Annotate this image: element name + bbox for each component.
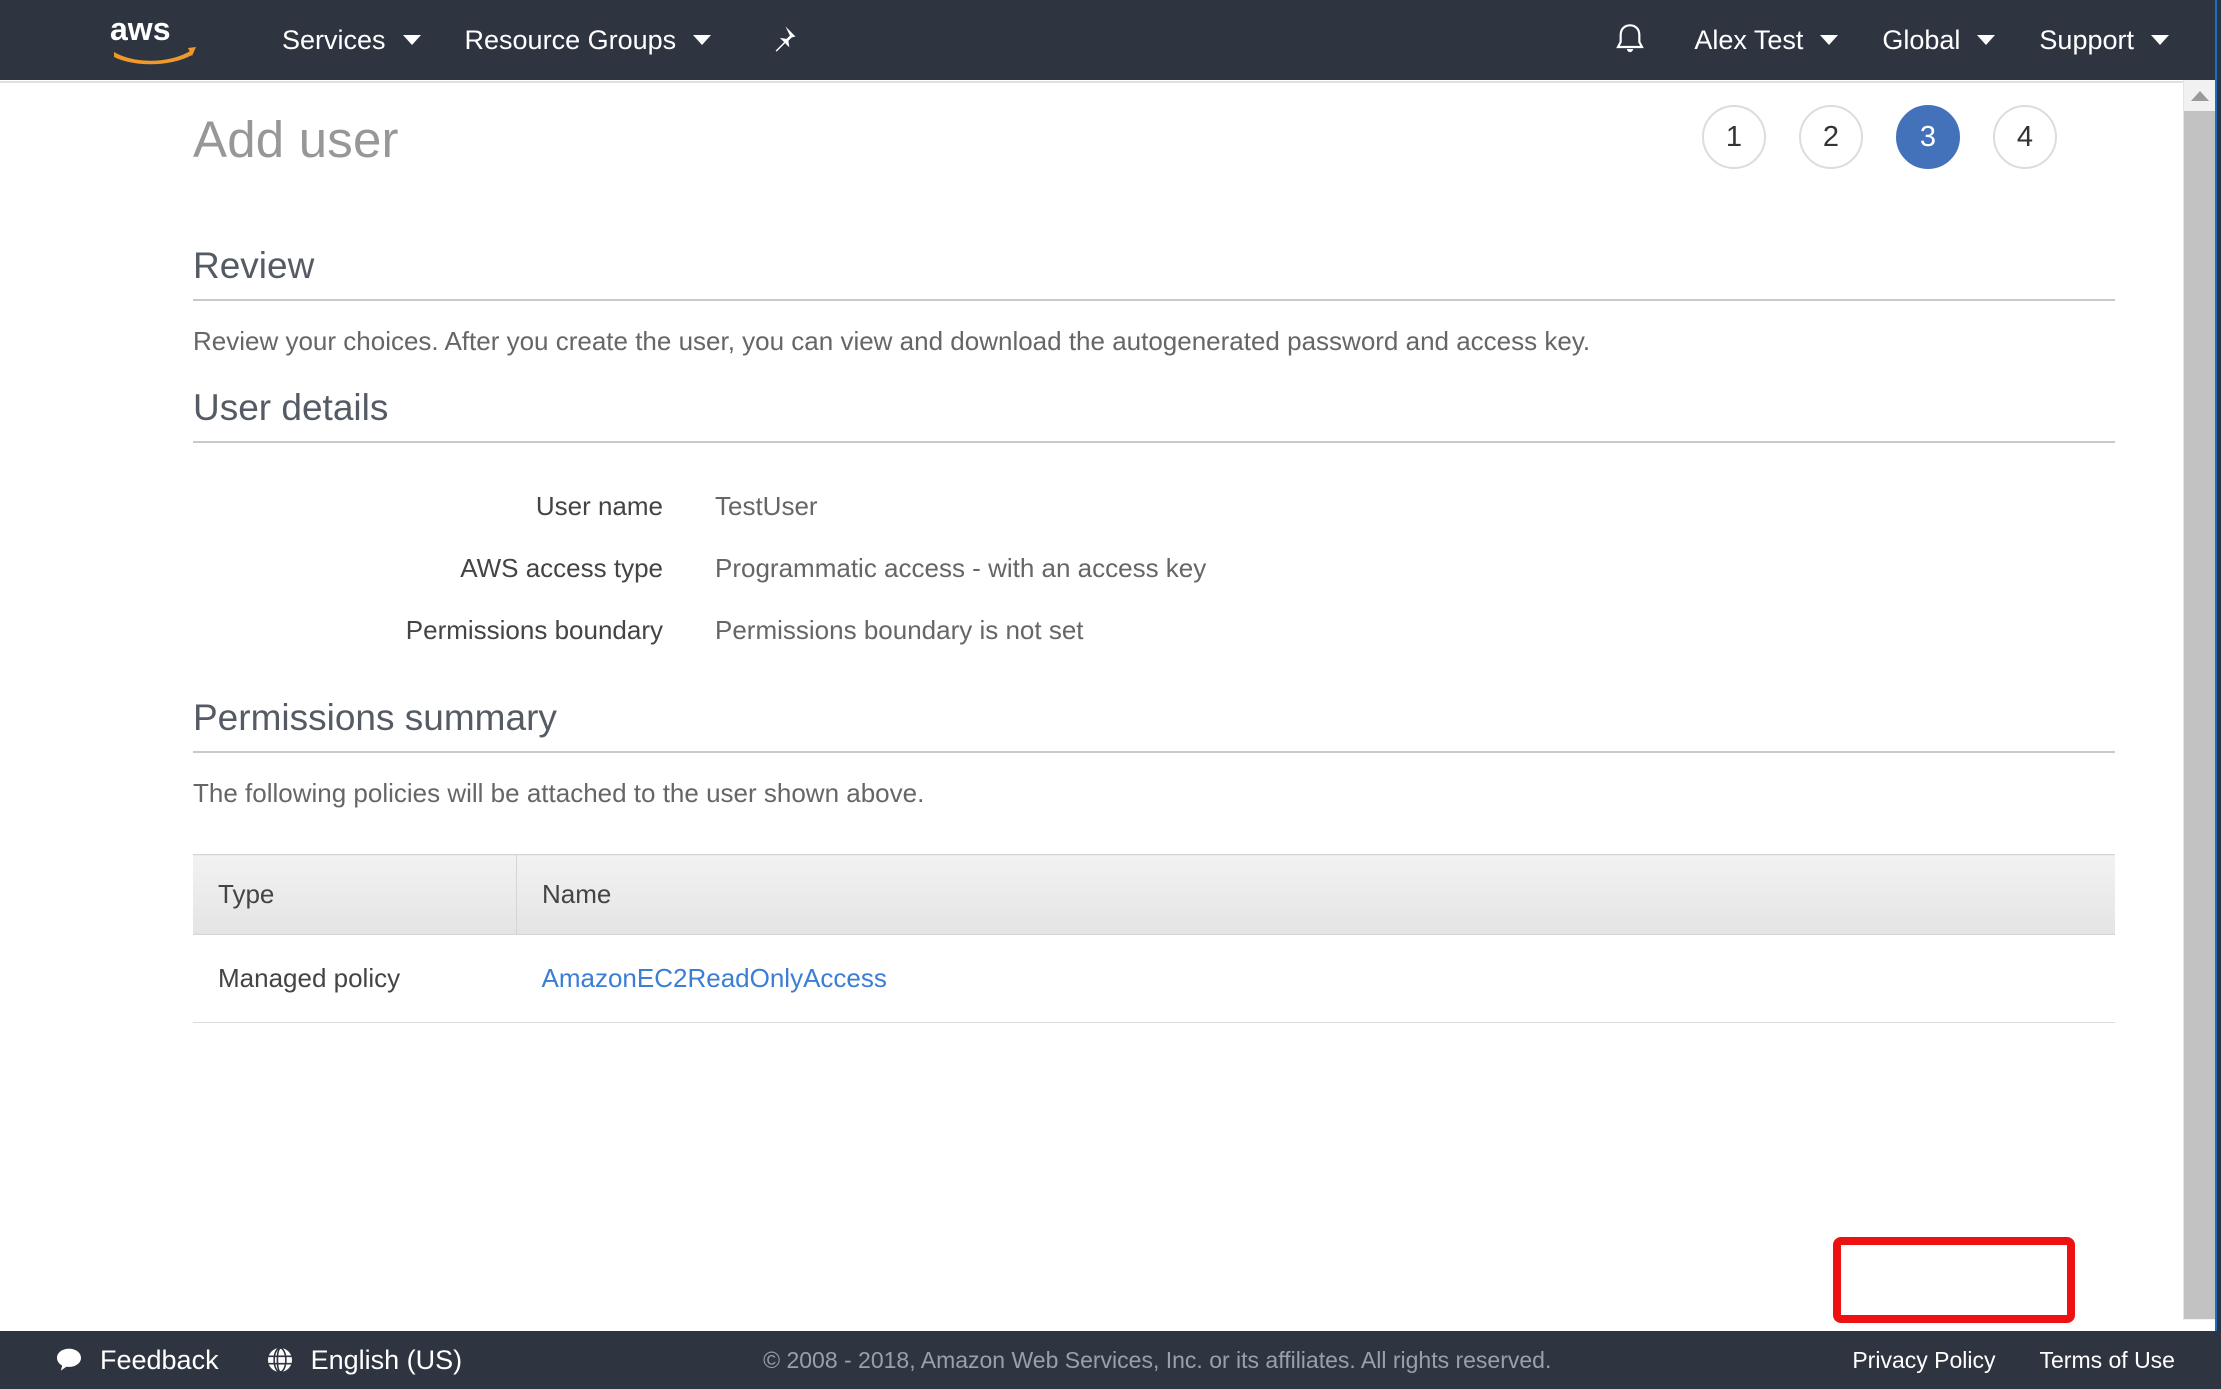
feedback-link[interactable]: Feedback	[100, 1345, 219, 1376]
chevron-down-icon	[2151, 35, 2169, 45]
column-header-name[interactable]: Name	[516, 854, 2115, 935]
permissions-summary-heading: Permissions summary	[193, 697, 557, 738]
table-row: Managed policy AmazonEC2ReadOnlyAccess	[193, 934, 2115, 1023]
review-section: Review Review your choices. After you cr…	[193, 245, 2115, 358]
terms-of-use-link[interactable]: Terms of Use	[2040, 1347, 2175, 1374]
policy-link-amazonec2readonlyaccess[interactable]: AmazonEC2ReadOnlyAccess	[542, 963, 887, 993]
content-top-divider	[0, 81, 2184, 83]
detail-row-permissions-boundary: Permissions boundary Permissions boundar…	[193, 615, 2115, 677]
detail-row-user-name: User name TestUser	[193, 491, 2115, 553]
step-3-label: 3	[1919, 120, 1937, 153]
aws-logo[interactable]: aws	[108, 11, 200, 68]
cell-policy-name: AmazonEC2ReadOnlyAccess	[516, 934, 2115, 1023]
footer-copyright-group: © 2008 - 2018, Amazon Web Services, Inc.…	[763, 1347, 1551, 1374]
column-header-type[interactable]: Type	[193, 854, 517, 935]
policies-table-head: Type Name	[193, 854, 2115, 935]
nav-item-services-label: Services	[282, 24, 386, 55]
nav-item-services[interactable]: Services	[260, 0, 443, 80]
nav-left-group: aws Services Resource Groups	[0, 0, 805, 80]
permissions-summary-description: The following policies will be attached …	[193, 777, 925, 808]
bell-icon[interactable]	[1602, 12, 1658, 68]
user-details-section: User details	[193, 387, 2115, 443]
policies-table: Type Name Managed policy AmazonEC2ReadOn…	[193, 854, 2115, 1023]
step-3-active[interactable]: 3	[1896, 105, 1960, 169]
detail-label-permissions-boundary: Permissions boundary	[405, 615, 663, 645]
pushpin-icon[interactable]	[759, 17, 805, 63]
detail-label-user-name: User name	[535, 491, 663, 521]
language-selector-link[interactable]: English (US)	[311, 1345, 463, 1376]
step-2-label: 2	[1822, 120, 1840, 153]
review-heading: Review	[193, 245, 315, 286]
policies-table-body: Managed policy AmazonEC2ReadOnlyAccess	[193, 934, 2115, 1023]
browser-window-edge-accent	[2215, 0, 2217, 1389]
step-4-label: 4	[2016, 120, 2034, 153]
privacy-policy-link[interactable]: Privacy Policy	[1852, 1347, 1995, 1374]
detail-row-access-type: AWS access type Programmatic access - wi…	[193, 553, 2115, 615]
svg-text:aws: aws	[110, 12, 170, 47]
chevron-down-icon	[1977, 35, 1996, 45]
globe-icon[interactable]	[263, 1343, 297, 1377]
permissions-summary-section: Permissions summary The following polici…	[193, 697, 2115, 810]
step-2[interactable]: 2	[1799, 105, 1863, 169]
scrollbar-thumb[interactable]	[2184, 111, 2215, 1319]
nav-item-support[interactable]: Support	[2017, 0, 2191, 80]
chevron-up-icon[interactable]	[2184, 80, 2215, 111]
browser-viewport: aws Services Resource Groups Alex Test G…	[0, 0, 2221, 1389]
detail-value-permissions-boundary: Permissions boundary is not set	[715, 615, 1084, 645]
speech-bubble-icon[interactable]	[52, 1343, 86, 1377]
nav-item-region-label: Global	[1882, 24, 1961, 55]
copyright-text: © 2008 - 2018, Amazon Web Services, Inc.…	[763, 1346, 1552, 1373]
aws-top-navigation: aws Services Resource Groups Alex Test G…	[0, 0, 2221, 80]
step-1[interactable]: 1	[1702, 105, 1766, 169]
user-details-list: User name TestUser AWS access type Progr…	[193, 491, 2115, 677]
main-content-area: Add user 1 2 3 4 Review Review your choi…	[0, 81, 2184, 1228]
detail-label-access-type: AWS access type	[460, 553, 663, 583]
page-footer: Feedback English (US) © 2008 - 2018, Ama…	[0, 1331, 2221, 1389]
step-indicator: 1 2 3 4	[1702, 105, 2057, 169]
nav-item-resource-groups-label: Resource Groups	[464, 24, 677, 55]
detail-value-access-type: Programmatic access - with an access key	[715, 553, 1207, 583]
vertical-scrollbar[interactable]	[2183, 80, 2215, 1320]
step-1-label: 1	[1725, 120, 1743, 153]
chevron-down-icon	[693, 35, 712, 45]
detail-value-user-name: TestUser	[715, 491, 818, 521]
user-details-divider	[193, 440, 2115, 443]
footer-left-group: Feedback English (US)	[52, 1343, 462, 1377]
nav-right-group: Alex Test Global Support	[1602, 0, 2221, 80]
page-title: Add user	[193, 111, 399, 168]
nav-item-region-global[interactable]: Global	[1860, 0, 2017, 80]
create-user-highlight-annotation	[1833, 1237, 2075, 1323]
chevron-down-icon	[1820, 35, 1839, 45]
user-details-heading: User details	[193, 387, 389, 428]
nav-item-support-label: Support	[2039, 24, 2134, 55]
cell-policy-type: Managed policy	[193, 934, 517, 1023]
chevron-down-icon	[402, 35, 421, 45]
nav-item-account-label: Alex Test	[1694, 24, 1804, 55]
nav-item-account-alex-test[interactable]: Alex Test	[1672, 0, 1860, 80]
step-4[interactable]: 4	[1993, 105, 2057, 169]
footer-right-group: Privacy Policy Terms of Use	[1852, 1347, 2175, 1374]
policies-table-header-row: Type Name	[193, 854, 2115, 935]
review-description: Review your choices. After you create th…	[193, 325, 1591, 356]
nav-item-resource-groups[interactable]: Resource Groups	[443, 0, 734, 80]
